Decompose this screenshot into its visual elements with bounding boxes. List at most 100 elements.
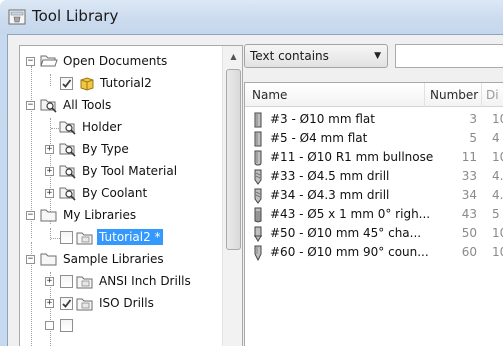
search-folder-icon	[59, 143, 76, 157]
tree-item-label: Sample Libraries	[63, 252, 164, 266]
countersink-icon	[254, 245, 262, 261]
tool-list-row[interactable]: #3 - Ø10 mm flat 3 10	[245, 110, 503, 129]
window-title: Tool Library	[32, 7, 119, 25]
tree-item-label: Tutorial2 *	[97, 229, 163, 245]
tool-number: 3	[469, 112, 477, 126]
tool-name: #60 - Ø10 mm 90° coun...	[270, 245, 429, 259]
checkbox[interactable]	[60, 77, 73, 90]
collapse-icon[interactable]: −	[26, 101, 35, 110]
search-folder-icon	[59, 187, 76, 201]
library-icon	[76, 232, 93, 245]
collapse-icon[interactable]: −	[26, 211, 35, 220]
open-folder-icon	[40, 55, 58, 67]
tool-list-row[interactable]: #11 - Ø10 R1 mm bullnose 11 10	[245, 148, 503, 167]
filter-mode-value: Text contains	[250, 49, 329, 63]
tool-number: 5	[469, 131, 477, 145]
tool-name: #33 - Ø4.5 mm drill	[270, 169, 390, 183]
list-header: Name Number Di	[245, 83, 503, 107]
tool-number: 33	[461, 169, 477, 183]
flat-endmill-icon	[254, 131, 262, 147]
tool-diameter: 10	[492, 112, 503, 126]
tool-name: #5 - Ø4 mm flat	[270, 131, 368, 145]
document-icon	[80, 77, 94, 91]
tool-diameter: 4	[492, 131, 500, 145]
checkbox[interactable]	[60, 275, 73, 288]
tool-list-row[interactable]: #34 - Ø4.3 mm drill 34 4.3	[245, 186, 503, 205]
dialog-client-area: − Open Documents Tutorial2 − All Tools H…	[7, 34, 503, 346]
tree-item-label: ANSI Inch Drills	[99, 274, 191, 288]
tree-scrollbar[interactable]: ▲	[222, 46, 242, 346]
tool-number: 50	[461, 226, 477, 240]
bullnose-endmill-icon	[254, 150, 262, 166]
dropdown-arrow-icon: ▼	[374, 51, 381, 61]
tool-number: 34	[461, 188, 477, 202]
checkbox[interactable]	[60, 297, 73, 310]
checkmark-icon	[62, 299, 72, 308]
expand-icon[interactable]: +	[45, 277, 54, 286]
tree-item-label: Tutorial2	[100, 76, 152, 90]
tool-number: 43	[461, 207, 477, 221]
tool-name: #43 - Ø5 x 1 mm 0° righ...	[270, 207, 431, 221]
tool-number: 60	[461, 245, 477, 259]
search-folder-icon	[59, 165, 76, 179]
expand-icon[interactable]: +	[45, 167, 54, 176]
search-input[interactable]	[395, 44, 503, 68]
checkbox[interactable]	[60, 319, 73, 332]
column-header-name[interactable]: Name	[252, 88, 287, 102]
drill-icon	[254, 188, 262, 204]
tool-name: #11 - Ø10 R1 mm bullnose	[270, 150, 434, 164]
expand-icon[interactable]: +	[45, 299, 54, 308]
tool-list-row[interactable]: #5 - Ø4 mm flat 5 4	[245, 129, 503, 148]
library-icon	[76, 276, 93, 289]
tree-connector	[50, 74, 51, 86]
tool-diameter: 5	[492, 207, 500, 221]
folder-icon	[40, 209, 57, 222]
library-tree[interactable]: − Open Documents Tutorial2 − All Tools H…	[19, 45, 243, 346]
tool-name: #34 - Ø4.3 mm drill	[270, 188, 390, 202]
tree-item-label: All Tools	[63, 98, 112, 112]
collapse-icon[interactable]: −	[26, 57, 35, 66]
tree-item-label: Open Documents	[63, 54, 168, 68]
checkmark-icon	[62, 79, 72, 88]
tree-item-label: ISO Drills	[99, 296, 154, 310]
checkbox[interactable]	[60, 231, 73, 244]
collapse-icon[interactable]: −	[26, 255, 35, 264]
column-header-diameter[interactable]: Di	[486, 88, 499, 102]
filter-mode-select[interactable]: Text contains ▼	[244, 44, 388, 68]
tool-diameter: 10	[492, 245, 503, 259]
folder-icon	[40, 253, 57, 266]
expand-icon[interactable]: +	[45, 189, 54, 198]
tool-diameter: 4.5	[492, 169, 503, 183]
tree-item-label: By Type	[82, 142, 129, 156]
tool-list-row[interactable]: #60 - Ø10 mm 90° coun... 60 10	[245, 243, 503, 262]
tool-diameter: 4.3	[492, 188, 503, 202]
tool-library-window: Tool Library − Open Documents Tutorial2 …	[0, 0, 503, 346]
title-bar: Tool Library	[0, 0, 503, 34]
tree-item-label: By Coolant	[82, 186, 148, 200]
tree-item-label: By Tool Material	[82, 164, 178, 178]
tool-name: #50 - Ø10 mm 45° cha...	[270, 226, 422, 240]
library-icon	[76, 298, 93, 311]
scroll-up-arrow-icon[interactable]: ▲	[225, 48, 242, 65]
expand-icon[interactable]	[45, 321, 54, 330]
column-separator[interactable]	[424, 83, 425, 107]
tree-item-label: Holder	[82, 120, 122, 134]
scroll-thumb[interactable]	[226, 69, 241, 250]
tool-list[interactable]: Name Number Di #3 - Ø10 mm flat 3 10 #5 - Ø…	[244, 82, 503, 346]
tree-item-label: My Libraries	[63, 208, 137, 222]
tree-connector	[51, 128, 59, 129]
tool-list-row[interactable]: #33 - Ø4.5 mm drill 33 4.5	[245, 167, 503, 186]
drill-icon	[254, 169, 262, 185]
tool-list-row[interactable]: #50 - Ø10 mm 45° cha... 50 10	[245, 224, 503, 243]
search-folder-icon	[59, 121, 76, 135]
tap-icon	[254, 207, 262, 223]
search-folder-icon	[40, 99, 57, 113]
tool-diameter: 10	[492, 226, 503, 240]
expand-icon[interactable]: +	[45, 145, 54, 154]
tool-list-row[interactable]: #43 - Ø5 x 1 mm 0° righ... 43 5	[245, 205, 503, 224]
tool-name: #3 - Ø10 mm flat	[270, 112, 375, 126]
column-header-number[interactable]: Number	[430, 88, 478, 102]
tool-library-app-icon	[8, 9, 26, 25]
column-separator[interactable]	[481, 83, 482, 107]
tool-diameter: 10	[492, 150, 503, 164]
